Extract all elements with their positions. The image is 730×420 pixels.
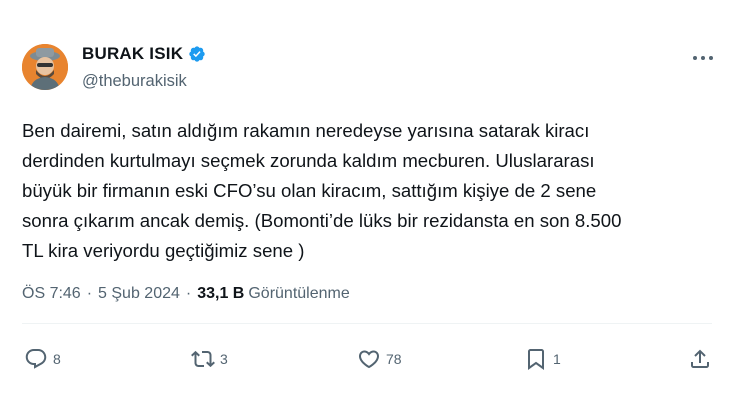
author-handle[interactable]: @theburakisik (82, 72, 187, 91)
more-icon[interactable] (688, 48, 718, 68)
bookmark-icon (528, 349, 544, 370)
author-display-name[interactable]: BURAK ISIK (82, 44, 183, 64)
author-name-row: BURAK ISIK (82, 44, 206, 64)
meta-separator: · (86, 285, 93, 302)
bookmark-count: 1 (553, 351, 561, 367)
share-icon (691, 349, 709, 368)
avatar[interactable] (22, 44, 68, 90)
reply-count: 8 (53, 351, 61, 367)
tweet-text: Ben dairemi, satın aldığım rakamın nered… (22, 120, 622, 261)
retweet-icon (191, 350, 215, 368)
like-icon (358, 350, 380, 369)
views-label: Görüntülenme (248, 285, 350, 302)
views-count: 33,1 B (197, 285, 245, 302)
share-button[interactable] (688, 347, 712, 371)
tweet-time[interactable]: ÖS 7:46 (22, 285, 81, 303)
reply-button[interactable]: 8 (24, 347, 61, 371)
like-count: 78 (386, 351, 402, 367)
reply-icon (25, 349, 47, 369)
verified-badge-icon (188, 45, 206, 63)
divider (22, 323, 712, 324)
bookmark-button[interactable]: 1 (524, 347, 561, 371)
meta-separator: · (185, 285, 192, 302)
like-button[interactable]: 78 (357, 347, 402, 371)
retweet-count: 3 (220, 351, 228, 367)
action-bar: 8 3 78 1 (0, 342, 730, 376)
tweet-meta: ÖS 7:46 · 5 Şub 2024 · 33,1 B Görüntülen… (22, 285, 350, 303)
tweet-date[interactable]: 5 Şub 2024 (98, 285, 180, 303)
retweet-button[interactable]: 3 (191, 347, 228, 371)
tweet-card: BURAK ISIK @theburakisik Ben dairemi, sa… (0, 0, 730, 420)
